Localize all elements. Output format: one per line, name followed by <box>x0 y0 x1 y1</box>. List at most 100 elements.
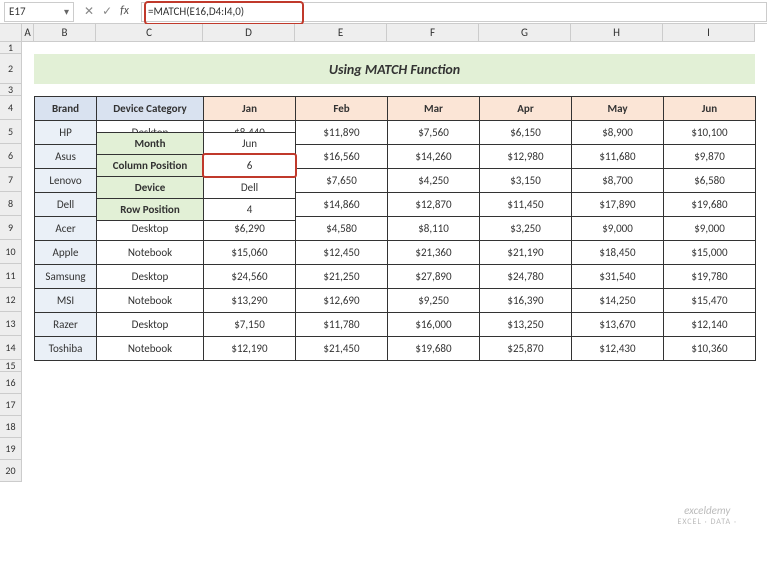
cell-value[interactable]: $11,680 <box>572 145 664 169</box>
cancel-icon[interactable]: ✕ <box>84 4 94 19</box>
cell-value[interactable]: $3,150 <box>480 169 572 193</box>
cell-device[interactable]: Desktop <box>97 313 204 337</box>
cell-brand[interactable]: MSI <box>35 289 97 313</box>
cell-value[interactable]: $11,450 <box>480 193 572 217</box>
cell-value[interactable]: $19,680 <box>664 193 756 217</box>
cell-device[interactable]: Notebook <box>97 289 204 313</box>
row-header[interactable]: 16 <box>0 372 22 394</box>
cell-value[interactable]: $24,780 <box>480 265 572 289</box>
cell-value[interactable]: $27,890 <box>388 265 480 289</box>
select-all-corner[interactable] <box>0 24 22 42</box>
cell-device[interactable]: Desktop <box>97 265 204 289</box>
row-header[interactable]: 18 <box>0 416 22 438</box>
row-header[interactable]: 19 <box>0 438 22 460</box>
cell-value[interactable]: $15,060 <box>204 241 296 265</box>
formula-input[interactable]: =MATCH(E16,D4:I4,0) <box>141 2 767 22</box>
row-header[interactable]: 1 <box>0 42 22 54</box>
cell-value[interactable]: $9,000 <box>664 217 756 241</box>
row-header[interactable]: 6 <box>0 144 22 168</box>
cell-value[interactable]: $17,890 <box>572 193 664 217</box>
col-header[interactable]: A <box>22 24 34 42</box>
row-header[interactable]: 17 <box>0 394 22 416</box>
row-header[interactable]: 20 <box>0 460 22 482</box>
row-header[interactable]: 15 <box>0 360 22 372</box>
cell-value[interactable]: $11,890 <box>296 121 388 145</box>
col-header[interactable]: I <box>663 24 755 42</box>
col-header[interactable]: D <box>203 24 295 42</box>
device-value[interactable]: Dell <box>204 177 296 199</box>
col-header[interactable]: B <box>34 24 96 42</box>
cell-brand[interactable]: Razer <box>35 313 97 337</box>
cell-value[interactable]: $21,450 <box>296 337 388 361</box>
cell-value[interactable]: $12,690 <box>296 289 388 313</box>
cell-value[interactable]: $12,190 <box>204 337 296 361</box>
cell-value[interactable]: $12,450 <box>296 241 388 265</box>
cell-value[interactable]: $7,650 <box>296 169 388 193</box>
row-header[interactable]: 4 <box>0 96 22 120</box>
cell-value[interactable]: $11,780 <box>296 313 388 337</box>
cell-value[interactable]: $21,250 <box>296 265 388 289</box>
row-header[interactable]: 11 <box>0 264 22 288</box>
row-header[interactable]: 12 <box>0 288 22 312</box>
cell-value[interactable]: $4,250 <box>388 169 480 193</box>
cell-value[interactable]: $6,150 <box>480 121 572 145</box>
cell-value[interactable]: $21,360 <box>388 241 480 265</box>
cell-value[interactable]: $8,110 <box>388 217 480 241</box>
cell-value[interactable]: $4,580 <box>296 217 388 241</box>
cell-value[interactable]: $13,250 <box>480 313 572 337</box>
cell-brand[interactable]: Samsung <box>35 265 97 289</box>
cell-value[interactable]: $15,470 <box>664 289 756 313</box>
cell-value[interactable]: $18,450 <box>572 241 664 265</box>
cell-value[interactable]: $9,000 <box>572 217 664 241</box>
cell-value[interactable]: $8,900 <box>572 121 664 145</box>
row-header[interactable]: 13 <box>0 312 22 336</box>
row-header[interactable]: 7 <box>0 168 22 192</box>
cell-value[interactable]: $14,250 <box>572 289 664 313</box>
col-header[interactable]: E <box>295 24 387 42</box>
cell-value[interactable]: $16,560 <box>296 145 388 169</box>
row-header[interactable]: 3 <box>0 84 22 96</box>
cell-value[interactable]: $9,250 <box>388 289 480 313</box>
cell-value[interactable]: $10,360 <box>664 337 756 361</box>
chevron-down-icon[interactable]: ▾ <box>64 5 69 18</box>
row-header[interactable]: 10 <box>0 240 22 264</box>
month-value[interactable]: Jun <box>204 133 296 155</box>
cell-value[interactable]: $3,250 <box>480 217 572 241</box>
cell-value[interactable]: $16,000 <box>388 313 480 337</box>
row-header[interactable]: 2 <box>0 54 22 84</box>
row-header[interactable]: 9 <box>0 216 22 240</box>
col-header[interactable]: F <box>387 24 479 42</box>
cell-value[interactable]: $13,670 <box>572 313 664 337</box>
row-header[interactable]: 8 <box>0 192 22 216</box>
cell-value[interactable]: $7,560 <box>388 121 480 145</box>
cell-value[interactable]: $7,150 <box>204 313 296 337</box>
cells-area[interactable]: Using MATCH Function BrandDevice Categor… <box>22 42 767 198</box>
colpos-value[interactable]: 6 <box>204 155 296 177</box>
cell-value[interactable]: $14,860 <box>296 193 388 217</box>
col-header[interactable]: C <box>96 24 203 42</box>
cell-value[interactable]: $14,260 <box>388 145 480 169</box>
cell-brand[interactable]: Apple <box>35 241 97 265</box>
cell-value[interactable]: $21,190 <box>480 241 572 265</box>
row-header[interactable]: 14 <box>0 336 22 360</box>
cell-value[interactable]: $15,000 <box>664 241 756 265</box>
cell-value[interactable]: $12,140 <box>664 313 756 337</box>
cell-value[interactable]: $31,540 <box>572 265 664 289</box>
cell-value[interactable]: $19,680 <box>388 337 480 361</box>
cell-value[interactable]: $12,870 <box>388 193 480 217</box>
cell-brand[interactable]: Toshiba <box>35 337 97 361</box>
cell-value[interactable]: $25,870 <box>480 337 572 361</box>
cell-value[interactable]: $24,560 <box>204 265 296 289</box>
row-header[interactable]: 5 <box>0 120 22 144</box>
cell-value[interactable]: $12,980 <box>480 145 572 169</box>
fx-icon[interactable]: fx <box>120 4 129 19</box>
rowpos-value[interactable]: 4 <box>204 199 296 221</box>
cell-value[interactable]: $9,870 <box>664 145 756 169</box>
cell-value[interactable]: $10,100 <box>664 121 756 145</box>
cell-value[interactable]: $8,700 <box>572 169 664 193</box>
cell-value[interactable]: $12,430 <box>572 337 664 361</box>
cell-value[interactable]: $16,390 <box>480 289 572 313</box>
spreadsheet-grid[interactable]: A B C D E F G H I 1234567891011121314151… <box>0 24 767 567</box>
accept-icon[interactable]: ✓ <box>102 4 112 19</box>
col-header[interactable]: G <box>479 24 571 42</box>
